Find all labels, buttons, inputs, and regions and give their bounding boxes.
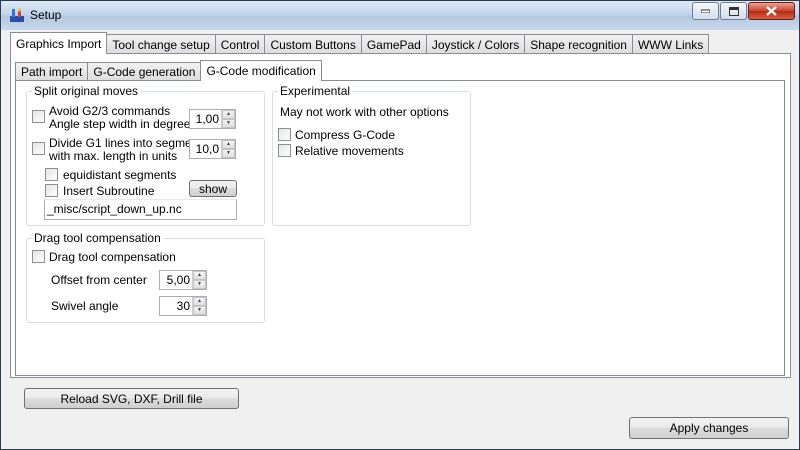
window-title: Setup [30,8,62,22]
arrow-up-icon: ▲ [226,111,231,117]
equidistant-checkbox[interactable] [45,168,58,181]
arrow-down-icon: ▼ [226,150,231,156]
tab-gcode-generation[interactable]: G-Code generation [87,62,202,81]
swivel-down-button[interactable]: ▼ [193,306,206,315]
swivel-label: Swivel angle [51,299,119,313]
drag-tool-group: Drag tool compensation Drag tool compens… [26,231,265,323]
angle-step-down-button[interactable]: ▼ [222,119,235,128]
tab-shape-recognition[interactable]: Shape recognition [524,34,633,54]
setup-window: Setup Graphics Import Tool change setup … [0,0,800,450]
tab-custom-buttons[interactable]: Custom Buttons [264,34,362,54]
experimental-note: May not work with other options [280,105,449,119]
sub-tabstrip: Path import G-Code generation G-Code mod… [15,60,322,81]
apply-changes-button[interactable]: Apply changes [629,417,789,439]
arrow-up-icon: ▲ [226,141,231,147]
offset-up-button[interactable]: ▲ [193,271,206,280]
maximize-icon [728,6,739,16]
arrow-down-icon: ▼ [226,120,231,126]
title-bar[interactable]: Setup [1,1,799,30]
angle-step-label: Angle step width in degrees [49,117,197,131]
close-icon [766,6,777,16]
swivel-up-button[interactable]: ▲ [193,297,206,306]
app-icon [10,8,24,22]
offset-value: 5,00 [166,273,190,287]
tab-www-links[interactable]: WWW Links [631,34,710,54]
drag-tool-title: Drag tool compensation [32,231,163,245]
tab-gcode-modification[interactable]: G-Code modification [200,60,322,81]
arrow-up-icon: ▲ [197,298,202,304]
equidistant-label: equidistant segments [63,168,177,182]
insert-subroutine-label: Insert Subroutine [63,184,155,198]
minimize-button[interactable] [692,2,719,20]
offset-stepper[interactable]: 5,00 ▲ ▼ [159,270,207,290]
avoid-g23-checkbox[interactable] [32,110,45,123]
offset-down-button[interactable]: ▼ [193,280,206,289]
subroutine-path-field[interactable]: _misc/script_down_up.nc [44,199,237,220]
tab-control[interactable]: Control [214,34,266,54]
max-length-value: 10,0 [195,142,219,156]
main-tabstrip: Graphics Import Tool change setup Contro… [10,32,710,54]
close-button[interactable] [748,2,795,20]
relative-movements-checkbox[interactable] [278,144,291,157]
tab-path-import[interactable]: Path import [15,62,89,81]
angle-step-up-button[interactable]: ▲ [222,110,235,119]
reload-file-button[interactable]: Reload SVG, DXF, Drill file [24,388,239,409]
tab-gamepad[interactable]: GamePad [360,34,427,54]
compress-gcode-checkbox[interactable] [278,128,291,141]
max-length-stepper[interactable]: 10,0 ▲ ▼ [189,139,236,159]
angle-step-value: 1,00 [195,112,219,126]
swivel-stepper[interactable]: 30 ▲ ▼ [159,296,207,316]
drag-tool-checkbox[interactable] [32,250,45,263]
client-area: Graphics Import Tool change setup Contro… [8,30,793,443]
drag-tool-label: Drag tool compensation [49,250,176,264]
insert-subroutine-checkbox[interactable] [45,184,58,197]
compress-gcode-label: Compress G-Code [295,128,396,142]
offset-label: Offset from center [51,273,147,287]
gcode-modification-panel: Split original moves Avoid G2/3 commands… [15,80,785,376]
max-length-label: with max. length in units [49,149,178,163]
tab-graphics-import[interactable]: Graphics Import [10,32,108,54]
split-moves-title: Split original moves [32,84,141,98]
graphics-import-panel: Path import G-Code generation G-Code mod… [10,53,791,378]
divide-g1-checkbox[interactable] [32,142,45,155]
arrow-up-icon: ▲ [197,272,202,278]
tab-joystick-colors[interactable]: Joystick / Colors [425,34,526,54]
maximize-button[interactable] [720,2,747,20]
minimize-icon [701,9,710,13]
swivel-value: 30 [176,299,190,313]
experimental-title: Experimental [278,84,353,98]
angle-step-stepper[interactable]: 1,00 ▲ ▼ [189,109,236,129]
show-button[interactable]: show [189,180,237,197]
relative-movements-label: Relative movements [295,144,404,158]
arrow-down-icon: ▼ [197,281,202,287]
experimental-group: Experimental May not work with other opt… [272,84,471,226]
max-length-up-button[interactable]: ▲ [222,140,235,149]
arrow-down-icon: ▼ [197,307,202,313]
max-length-down-button[interactable]: ▼ [222,149,235,158]
split-moves-group: Split original moves Avoid G2/3 commands… [26,84,265,226]
tab-tool-change-setup[interactable]: Tool change setup [106,34,216,54]
